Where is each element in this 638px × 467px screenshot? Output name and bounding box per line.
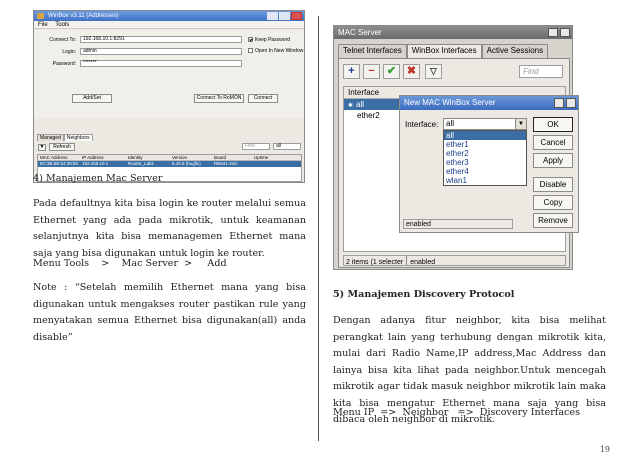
section-5-menu-path: Menu IP => Neighbor => Discovery Interfa…: [333, 407, 581, 418]
winbox-tabs: Managed Neighbors: [37, 134, 93, 141]
winbox-title: WinBox v3.11 (Addresses): [48, 13, 119, 19]
disable-x-icon[interactable]: ✖: [403, 64, 420, 79]
option-ether4[interactable]: ether4: [444, 167, 526, 176]
col-mac-address: MAC Address: [40, 155, 68, 160]
winbox-login-window: WinBox v3.11 (Addresses) File Tools Conn…: [33, 10, 305, 183]
interface-label: Interface:: [405, 120, 439, 129]
tab-managed[interactable]: Managed: [37, 134, 64, 141]
tab-telnet-interfaces[interactable]: Telnet Interfaces: [338, 44, 407, 58]
cell-ip: 192.168.10.1: [82, 161, 109, 166]
option-ether3[interactable]: ether3: [444, 158, 526, 167]
tab-active-sessions[interactable]: Active Sessions: [481, 44, 549, 58]
disable-button[interactable]: Disable: [533, 177, 573, 192]
interface-select-value: all: [446, 119, 455, 128]
menu-file[interactable]: File: [38, 22, 48, 28]
new-winbox-server-dialog: New MAC WinBox Server Interface: all ▼ a…: [399, 95, 579, 233]
maximize-button[interactable]: [548, 28, 558, 37]
cell-mac: 6C:3B:6B:54:39:50: [40, 161, 79, 166]
cancel-button[interactable]: Cancel: [533, 135, 573, 150]
status-state: enabled: [410, 259, 436, 266]
open-new-window-label: Open In New Window: [255, 48, 304, 54]
login-panel: Connect To: 192.168.10.1:8291 Login: adm…: [34, 30, 304, 118]
section-4-menu-path: Menu Tools > Mac Server > Add: [33, 258, 227, 269]
refresh-button[interactable]: Refresh: [49, 143, 75, 151]
chevron-down-icon[interactable]: ▼: [515, 119, 526, 129]
tab-neighbors[interactable]: Neighbors: [63, 134, 93, 141]
enable-check-icon[interactable]: ✔: [383, 64, 400, 79]
cell-uptime: [252, 161, 292, 167]
apply-button[interactable]: Apply: [533, 153, 573, 168]
open-new-window-checkbox[interactable]: Open In New Window: [248, 48, 303, 54]
filter-select[interactable]: all: [273, 143, 301, 150]
star-icon: ✱: [348, 103, 354, 109]
remove-button[interactable]: Remove: [533, 213, 573, 228]
section-4-paragraph: Pada defaultnya kita bisa login ke route…: [33, 198, 306, 259]
filter-icon[interactable]: ▽: [425, 64, 442, 79]
list-item-label: ether2: [357, 111, 380, 120]
close-button[interactable]: [566, 98, 576, 108]
status-separator: [406, 256, 408, 265]
dialog-status-bar: enabled: [403, 219, 513, 229]
interface-options-dropdown: all ether1 ether2 ether3 ether4 wlan1: [443, 130, 527, 186]
option-all[interactable]: all: [444, 131, 526, 140]
status-count: 2 items (1 selecter: [346, 259, 404, 266]
maximize-button[interactable]: [279, 12, 290, 20]
neighbors-toolbar: ▼ Refresh Find all: [34, 142, 304, 152]
password-label: Password:: [52, 61, 76, 67]
login-input[interactable]: admin: [80, 48, 242, 55]
winbox-app-icon: [37, 13, 44, 19]
cell-board: RB941-2nD: [214, 161, 238, 166]
connect-to-label: Connect To:: [49, 37, 76, 43]
section-5-heading: 5) Manajemen Discovery Protocol: [333, 289, 515, 300]
menu-tools[interactable]: Tools: [55, 22, 69, 28]
connect-romon-button[interactable]: Connect To RoMON: [194, 94, 244, 103]
copy-button[interactable]: Copy: [533, 195, 573, 210]
section-4-note: Note : “Setelah memilih Ethernet mana ya…: [33, 282, 306, 343]
cell-identity: Router_Lab1: [128, 161, 155, 166]
filter-icon[interactable]: ▼: [38, 144, 46, 151]
login-label: Login:: [62, 49, 76, 55]
remove-icon[interactable]: −: [363, 64, 380, 79]
col-uptime: Uptime: [254, 155, 269, 160]
keep-password-checkbox[interactable]: Keep Password: [248, 37, 290, 43]
winbox-title-bar: WinBox v3.11 (Addresses): [34, 11, 304, 21]
close-button[interactable]: [560, 28, 570, 37]
mac-server-tabs: Telnet Interfaces WinBox Interfaces Active…: [338, 44, 549, 58]
ok-button[interactable]: OK: [533, 117, 573, 132]
minimize-button[interactable]: [267, 12, 278, 20]
close-button[interactable]: [291, 12, 302, 20]
col-board: Board: [214, 155, 227, 160]
maximize-button[interactable]: [554, 98, 564, 108]
checkbox-checked-icon: [248, 37, 253, 42]
add-set-button[interactable]: Add/Set: [72, 94, 112, 103]
add-icon[interactable]: +: [343, 64, 360, 79]
mac-server-title: MAC Server: [338, 28, 382, 37]
keep-password-label: Keep Password: [255, 37, 291, 43]
connect-button[interactable]: Connect: [248, 94, 278, 103]
col-ip-address: IP Address: [82, 155, 104, 160]
connect-to-input[interactable]: 192.168.10.1:8291: [80, 36, 242, 43]
column-divider: [318, 16, 319, 441]
find-input[interactable]: Find: [519, 65, 563, 78]
mac-server-title-bar: MAC Server: [334, 26, 572, 39]
page-number: 19: [599, 445, 610, 454]
dialog-title-bar: New MAC WinBox Server: [400, 96, 578, 110]
mac-server-status-bar: 2 items (1 selecter enabled: [343, 255, 566, 266]
password-input[interactable]: *******: [80, 60, 242, 67]
col-identity: Identity: [128, 155, 143, 160]
section-4-heading: 4) Manajemen Mac Server: [33, 173, 163, 184]
winbox-menu-bar: File Tools: [34, 21, 304, 29]
dialog-title: New MAC WinBox Server: [404, 98, 496, 107]
cell-version: 6.40.5 (bugfix): [172, 161, 201, 166]
checkbox-icon: [248, 48, 253, 53]
option-ether2[interactable]: ether2: [444, 149, 526, 158]
find-input[interactable]: Find: [242, 143, 270, 150]
interface-select[interactable]: all ▼: [443, 118, 527, 130]
list-item-label: all: [356, 100, 365, 109]
table-row[interactable]: 6C:3B:6B:54:39:50 192.168.10.1 Router_La…: [38, 161, 301, 167]
tab-winbox-interfaces[interactable]: WinBox Interfaces: [406, 44, 482, 58]
option-ether1[interactable]: ether1: [444, 140, 526, 149]
col-version: Version: [172, 155, 188, 160]
option-wlan1[interactable]: wlan1: [444, 176, 526, 185]
